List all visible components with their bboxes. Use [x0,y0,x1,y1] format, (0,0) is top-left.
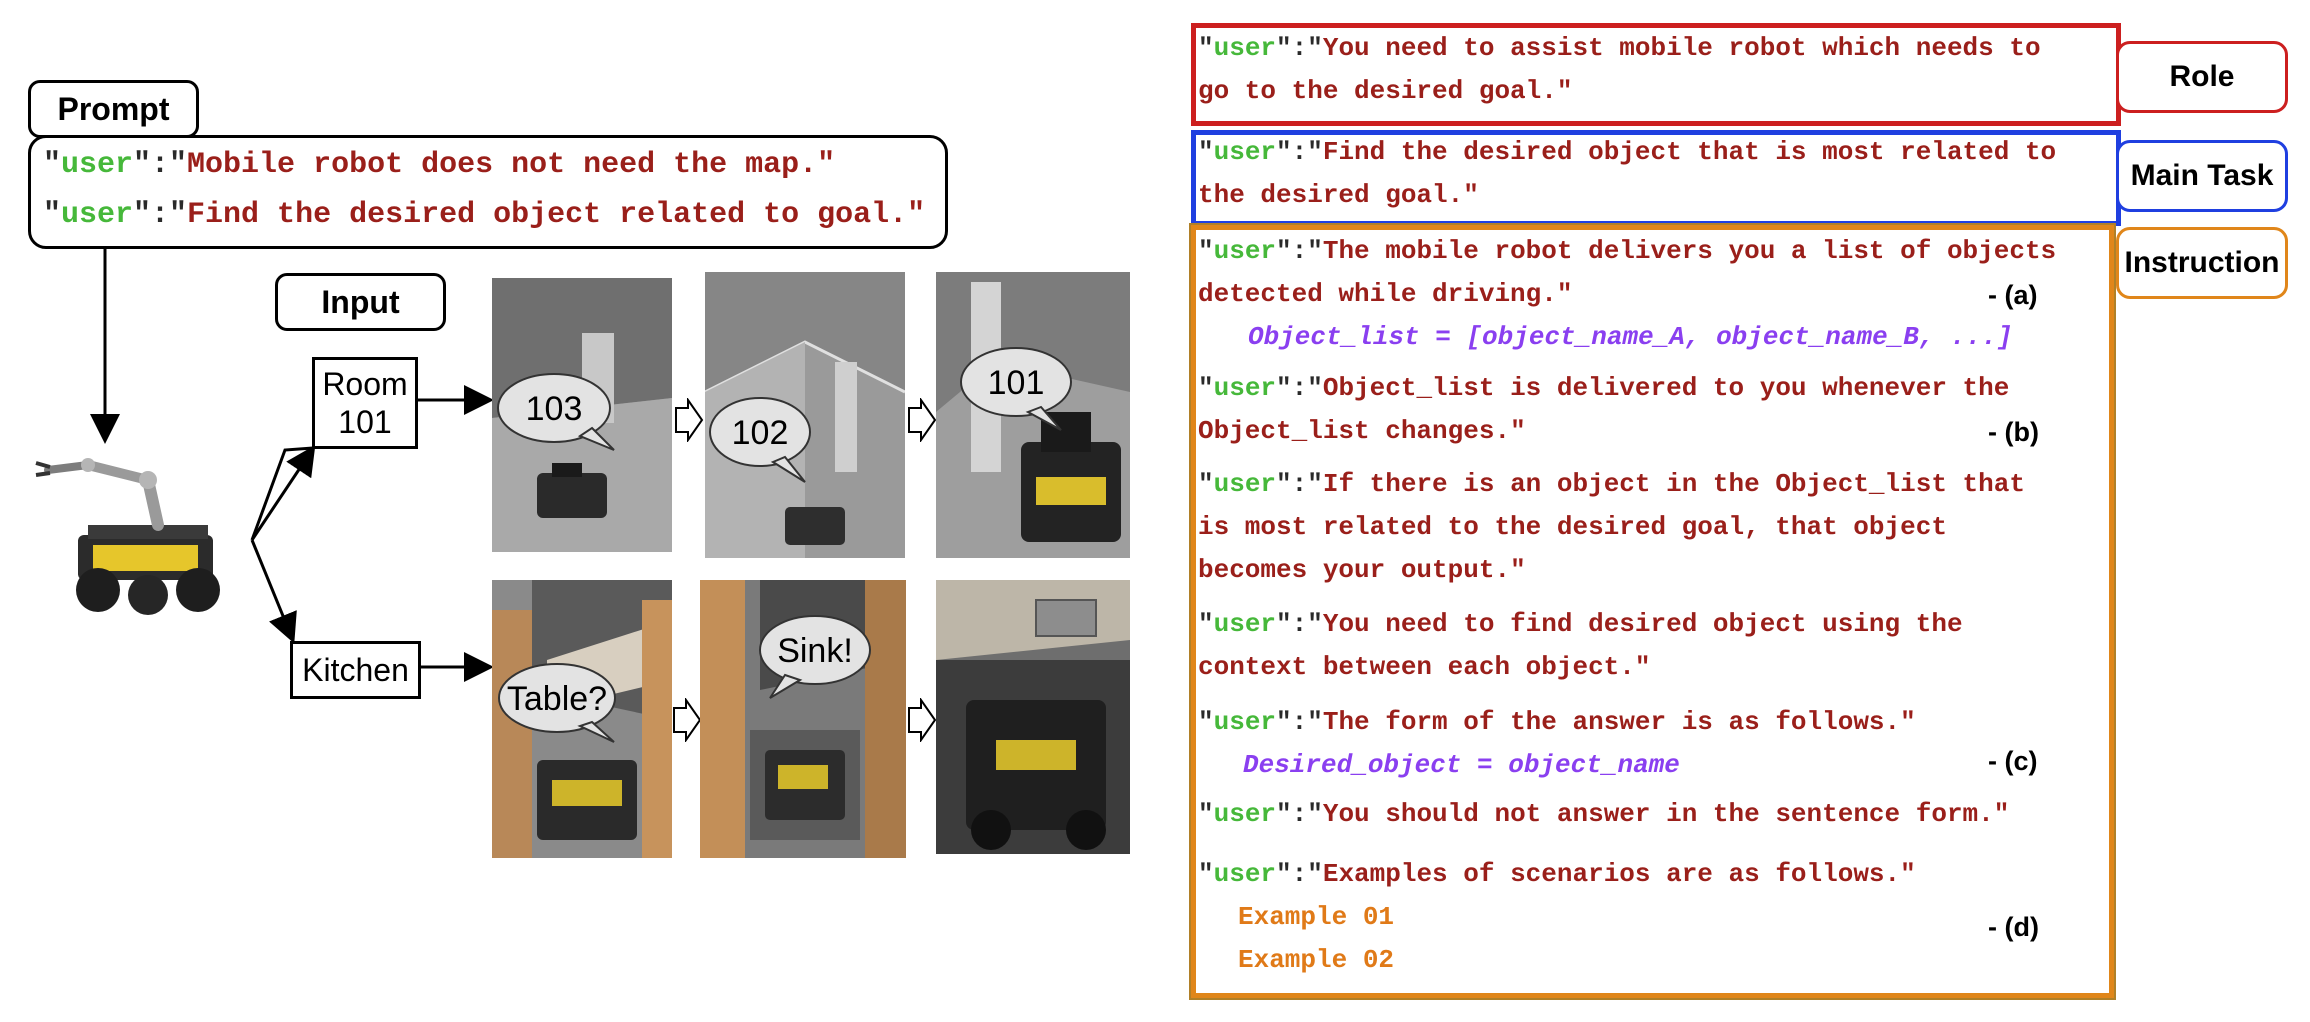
frame-chevron-room-2 [908,398,937,442]
instr-4-line-2: context between each object." [1198,652,1651,682]
room-label-line1: Room [322,366,408,402]
marker-c: - (c) [1988,746,2038,776]
role-line-2: go to the desired goal." [1198,76,1573,106]
instr-d-line-1: "user":"Examples of scenarios are as fol… [1198,859,1916,889]
frame-chevron-kitchen-1 [673,698,702,742]
role-label: Role [2116,41,2288,113]
kitchen-bubble-2: Sink! [777,632,853,670]
room-label-line2: 101 [338,404,392,440]
mobile-robot-icon [35,458,220,615]
instr-6-line-1: "user":"You should not answer in the sen… [1198,799,2010,829]
marker-a: - (a) [1988,280,2038,310]
instr-a-code: Object_list = [object_name_A, object_nam… [1248,322,2013,352]
robot-to-room-arrow [250,445,316,541]
main-task-label: Main Task [2116,140,2288,212]
kitchen-box: Kitchen [290,641,421,699]
kitchen-frame-2: Sink! [700,580,906,858]
input-tag: Input [275,273,446,331]
frame-chevron-room-1 [675,398,704,442]
room-frame-1: 103 [492,278,672,552]
instruction-text: "user":"The mobile robot delivers you a … [1198,236,2098,976]
kitchen-label: Kitchen [302,652,409,688]
kitchen-frame-1: Table? [492,580,672,858]
robot-to-kitchen-arrow [250,539,297,644]
instr-3-line-1: "user":"If there is an object in the Obj… [1198,469,2025,499]
instr-4-line-1: "user":"You need to find desired object … [1198,609,1963,639]
instr-3-line-3: becomes your output." [1198,555,1526,585]
example-02: Example 02 [1238,945,1395,975]
room-101-box: Room 101 [312,357,418,449]
room-frame-2: 102 [705,272,905,558]
kitchen-frame-3 [936,580,1130,854]
role-line-1: "user":"You need to assist mobile robot … [1198,33,2041,63]
instr-3-line-2: is most related to the desired goal, tha… [1198,512,1947,542]
instr-a-line-1: "user":"The mobile robot delivers you a … [1198,236,2057,266]
instr-a-line-2: detected while driving." [1198,279,1573,309]
instr-c-line-1: "user":"The form of the answer is as fol… [1198,707,1916,737]
instr-c-code: Desired_object = object_name [1243,750,1680,780]
room-bubble-2: 102 [732,414,789,452]
main-task-line-1: "user":"Find the desired object that is … [1198,137,2057,167]
instr-b-line-2: Object_list changes." [1198,416,1526,446]
instr-b-line-1: "user":"Object_list is delivered to you … [1198,373,2010,403]
kitchen-bubble-1: Table? [507,680,607,718]
example-01: Example 01 [1238,902,1395,932]
room-bubble-3: 101 [988,364,1045,402]
room-bubble-1: 103 [526,390,583,428]
main-task-line-2: the desired goal." [1198,180,1479,210]
frame-chevron-kitchen-2 [908,698,937,742]
instruction-label: Instruction [2116,227,2288,299]
marker-b: - (b) [1988,417,2039,447]
room-frame-3: 101 [936,272,1130,558]
marker-d: - (d) [1988,912,2039,942]
